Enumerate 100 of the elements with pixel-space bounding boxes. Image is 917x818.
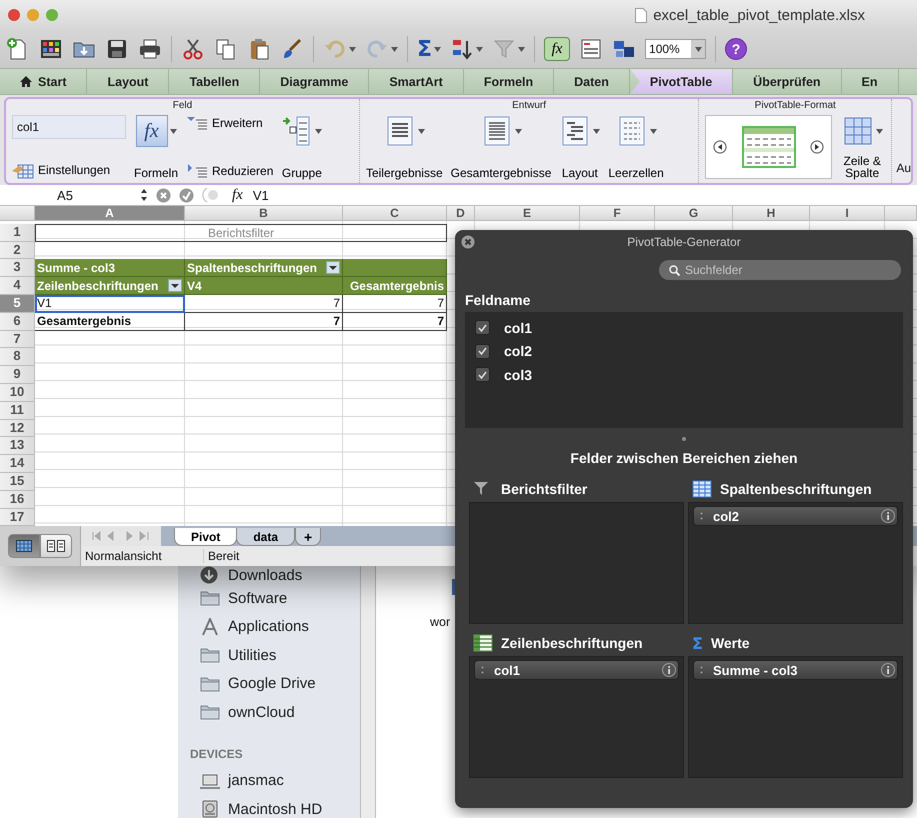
table-cell[interactable]: 7	[343, 294, 447, 313]
close-icon[interactable]	[461, 235, 475, 249]
info-icon[interactable]	[662, 663, 676, 677]
ribbon-button[interactable]: Au	[892, 161, 911, 183]
row-header[interactable]: 15	[0, 472, 35, 491]
table-cell[interactable]: Summe - col3	[35, 259, 185, 278]
field-name[interactable]: col3	[504, 366, 532, 383]
checkbox[interactable]	[475, 367, 490, 382]
stepper-icon[interactable]	[140, 188, 148, 202]
ribbon-button[interactable]: Erweitern	[186, 115, 274, 131]
ribbon-button[interactable]: Leerzellen	[608, 115, 664, 179]
ribbon-tab[interactable]: Start	[0, 69, 88, 94]
field-chip[interactable]: col2	[693, 506, 898, 526]
field-chip[interactable]: Summe - col3	[693, 660, 898, 680]
field-chip[interactable]: col1	[474, 660, 679, 680]
file-name[interactable]: wor	[430, 615, 450, 629]
ribbon-tab[interactable]: Formeln	[464, 69, 554, 94]
table-cell[interactable]: Spaltenbeschriftungen	[185, 259, 343, 278]
column-header[interactable]: H	[733, 206, 810, 221]
ribbon-button[interactable]: Teilergebnisse	[366, 115, 443, 179]
table-cell[interactable]: 7	[343, 312, 447, 331]
row-header[interactable]: 8	[0, 348, 35, 366]
sidebar-item[interactable]: Applications	[228, 618, 309, 636]
drop-area[interactable]: col1	[469, 656, 684, 778]
ribbon-tab[interactable]: Diagramme	[260, 69, 370, 94]
formula-symbol[interactable]: fx	[232, 186, 243, 204]
ribbon-tab[interactable]: Layout	[87, 69, 170, 94]
row-header[interactable]: 10	[0, 384, 35, 402]
column-header[interactable]: B	[185, 206, 343, 221]
formula-builder-button[interactable]: fx	[544, 37, 570, 61]
column-header[interactable]: E	[475, 206, 580, 221]
row-header[interactable]: 7	[0, 330, 35, 348]
sidebar-item[interactable]: Software	[228, 590, 288, 607]
column-header[interactable]: G	[655, 206, 733, 221]
checkbox[interactable]	[475, 320, 490, 336]
row-header[interactable]: 16	[0, 490, 35, 509]
ribbon-button[interactable]: Reduzieren	[186, 163, 274, 179]
table-cell[interactable]: 7	[185, 294, 343, 313]
drop-area[interactable]: Summe - col3	[688, 656, 903, 778]
form-icon[interactable]	[579, 37, 604, 61]
table-cell[interactable]: 7	[185, 312, 343, 331]
info-icon[interactable]	[881, 509, 895, 523]
field-name[interactable]: col2	[504, 343, 532, 360]
table-cell[interactable]: V1	[35, 294, 185, 313]
sum-button[interactable]: Σ	[417, 36, 442, 62]
sidebar-item[interactable]: jansmac	[228, 772, 284, 790]
print-icon[interactable]	[138, 37, 162, 61]
gallery-icon[interactable]	[39, 37, 63, 61]
row-header[interactable]: 3	[0, 259, 35, 278]
ribbon-button[interactable]: Layout	[559, 115, 600, 179]
ribbon-button[interactable]: Gesamtergebnisse	[450, 115, 552, 179]
table-cell[interactable]: Zeilenbeschriftungen	[35, 277, 185, 295]
ribbon-button[interactable]: fx Formeln	[134, 115, 178, 179]
add-sheet-button[interactable]: +	[295, 528, 322, 546]
previous-icon[interactable]	[713, 140, 728, 154]
sheet-tab[interactable]: data	[236, 528, 296, 546]
row-header[interactable]: 14	[0, 455, 35, 473]
info-icon[interactable]	[881, 663, 895, 677]
scissors-icon[interactable]	[181, 37, 205, 61]
ribbon-button[interactable]: Zeile & Spalte	[840, 115, 884, 179]
ribbon-tab[interactable]: PivotTable	[630, 69, 734, 94]
row-header[interactable]: 17	[0, 508, 35, 526]
table-cell[interactable]: Gesamtergebnis	[35, 312, 185, 331]
column-header[interactable]: I	[810, 206, 885, 221]
scrollbar[interactable]	[361, 565, 376, 818]
sidebar-item[interactable]: Downloads	[228, 567, 302, 584]
sheet-tab[interactable]: Pivot	[174, 528, 238, 546]
ribbon-button[interactable]: Einstellungen	[12, 161, 126, 179]
zoom-field[interactable]: 100%	[645, 39, 706, 59]
ribbon-tab[interactable]: Daten	[554, 69, 630, 94]
table-cell[interactable]	[343, 259, 447, 278]
splitter-handle-icon[interactable]	[682, 437, 686, 441]
row-header[interactable]: 1	[0, 224, 35, 242]
ribbon-tab[interactable]: Überprüfen	[733, 69, 842, 94]
ribbon-tab[interactable]: Tabellen	[169, 69, 260, 94]
drop-area[interactable]: col2	[688, 502, 903, 624]
row-header[interactable]: 12	[0, 420, 35, 438]
style-gallery[interactable]	[705, 115, 832, 179]
close-button[interactable]	[8, 9, 20, 21]
sort-icon[interactable]	[450, 37, 474, 61]
column-header[interactable]: C	[343, 206, 447, 221]
sidebar-item[interactable]: Macintosh HD	[228, 800, 322, 818]
sidebar-item[interactable]: Google Drive	[228, 675, 316, 692]
row-header[interactable]: 9	[0, 366, 35, 384]
save-icon[interactable]	[105, 37, 129, 61]
sidebar-item[interactable]: ownCloud	[228, 704, 295, 721]
help-button[interactable]: ?	[725, 38, 748, 60]
row-header[interactable]: 4	[0, 277, 35, 295]
row-header[interactable]: 6	[0, 312, 35, 331]
search-field[interactable]: Suchfelder	[659, 260, 901, 280]
dropdown-icon[interactable]	[168, 279, 182, 292]
page-layout-button[interactable]	[40, 534, 72, 558]
ribbon-tab[interactable]: SmartArt	[369, 69, 464, 94]
confirm-icon[interactable]	[179, 188, 194, 202]
table-cell[interactable]: Berichtsfilter	[35, 224, 447, 242]
row-header[interactable]: 11	[0, 402, 35, 420]
table-style-preview[interactable]	[742, 126, 796, 168]
ribbon-button[interactable]: Gruppe	[281, 115, 322, 179]
checkbox[interactable]	[475, 344, 490, 359]
row-header[interactable]: 2	[0, 242, 35, 260]
